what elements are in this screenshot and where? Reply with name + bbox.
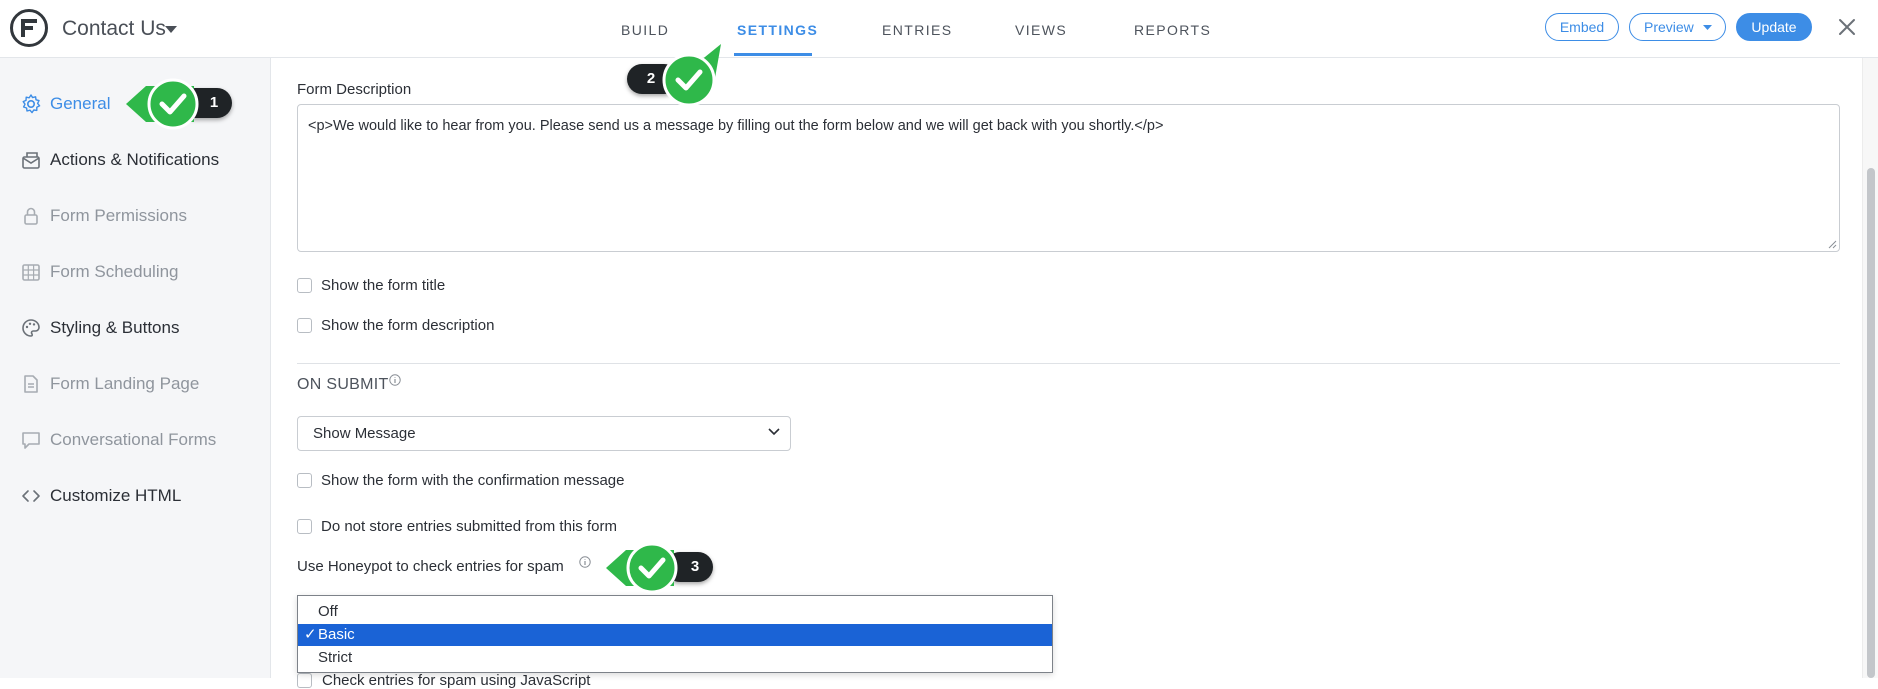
honeypot-label: Use Honeypot to check entries for spam [297, 558, 564, 575]
checkmark-marker-icon [126, 78, 199, 130]
close-icon[interactable] [1838, 18, 1856, 36]
sidebar-item-label: Actions & Notifications [50, 150, 220, 169]
top-bar: Contact Us BUILD SETTINGS ENTRIES VIEWS … [0, 0, 1878, 58]
tab-views[interactable]: VIEWS [1015, 22, 1067, 38]
sidebar-item-label: Customize HTML [50, 486, 182, 505]
sidebar-item-styling-buttons[interactable]: Styling & Buttons [0, 307, 271, 347]
sidebar-item-conversational-forms[interactable]: Conversational Forms [0, 419, 271, 459]
section-divider [297, 363, 1840, 364]
checkmark-icon: ✓ [304, 626, 317, 643]
info-icon[interactable] [389, 374, 401, 386]
step-number: 2 [646, 70, 656, 87]
show-title-label: Show the form title [321, 277, 446, 294]
show-form-with-confirmation-label: Show the form with the confirmation mess… [321, 472, 625, 489]
honeypot-option-strict[interactable]: Strict [298, 647, 1052, 669]
palette-icon [22, 319, 40, 337]
sidebar-item-customize-html[interactable]: Customize HTML [0, 475, 271, 515]
do-not-store-checkbox[interactable] [297, 519, 312, 534]
lock-icon [24, 207, 38, 225]
form-title[interactable]: Contact Us [62, 17, 166, 41]
on-submit-heading: ON SUBMIT [297, 376, 389, 393]
chat-icon [22, 432, 40, 449]
on-submit-select-value: Show Message [313, 425, 416, 442]
active-tab-indicator [734, 53, 812, 56]
sidebar-item-form-permissions[interactable]: Form Permissions [0, 195, 271, 235]
caret-down-icon[interactable] [165, 26, 177, 34]
caret-down-icon [1703, 25, 1712, 30]
sidebar-item-label: Conversational Forms [50, 430, 217, 449]
javascript-spam-label: Check entries for spam using JavaScript [322, 672, 591, 689]
honeypot-option-off[interactable]: Off [298, 601, 1052, 623]
option-label: Basic [318, 626, 355, 643]
sidebar-item-label: Styling & Buttons [50, 318, 180, 337]
checkmark-marker-icon [662, 44, 721, 107]
resize-handle-icon[interactable] [1827, 239, 1837, 249]
tab-entries[interactable]: ENTRIES [882, 22, 952, 38]
checkmark-marker-icon [606, 542, 678, 594]
tab-build[interactable]: BUILD [621, 22, 669, 38]
step-number: 1 [209, 94, 219, 111]
option-label: Off [318, 603, 338, 620]
sidebar-item-label: Form Permissions [50, 206, 187, 225]
notification-icon [22, 152, 40, 169]
do-not-store-label: Do not store entries submitted from this… [321, 518, 617, 535]
honeypot-dropdown-list[interactable]: Off ✓ Basic Strict [297, 595, 1053, 673]
honeypot-option-basic[interactable]: ✓ Basic [298, 624, 1052, 646]
info-icon[interactable] [579, 556, 591, 568]
preview-button[interactable]: Preview [1629, 13, 1726, 41]
calendar-icon [22, 264, 40, 281]
form-description-textarea[interactable]: <p>We would like to hear from you. Pleas… [297, 104, 1840, 252]
option-label: Strict [318, 649, 353, 666]
sidebar-item-label: Form Scheduling [50, 262, 179, 281]
sidebar-item-label: Form Landing Page [50, 374, 200, 393]
tab-reports[interactable]: REPORTS [1134, 22, 1211, 38]
sidebar-item-form-scheduling[interactable]: Form Scheduling [0, 251, 271, 291]
form-description-label: Form Description [297, 81, 412, 98]
show-description-checkbox[interactable] [297, 318, 312, 333]
sidebar-item-actions-notifications[interactable]: Actions & Notifications [0, 139, 271, 179]
embed-button[interactable]: Embed [1545, 13, 1619, 41]
code-icon [22, 490, 40, 502]
update-button[interactable]: Update [1736, 13, 1812, 41]
show-description-label: Show the form description [321, 317, 495, 334]
preview-button-label: Preview [1644, 19, 1694, 35]
sidebar-item-label: General [50, 94, 111, 113]
on-submit-select[interactable]: Show Message [297, 416, 791, 451]
gear-icon [22, 94, 41, 114]
page-scrollbar[interactable] [1862, 58, 1878, 678]
step-number: 3 [690, 558, 700, 575]
form-description-value: <p>We would like to hear from you. Pleas… [308, 118, 1164, 134]
scrollbar-thumb[interactable] [1867, 168, 1875, 678]
settings-sidebar: General Actions & Notifications Form Per… [0, 58, 271, 678]
show-form-with-confirmation-checkbox[interactable] [297, 473, 312, 488]
javascript-spam-checkbox[interactable] [297, 673, 312, 688]
show-title-checkbox[interactable] [297, 278, 312, 293]
sidebar-item-form-landing-page[interactable]: Form Landing Page [0, 363, 271, 403]
tab-settings[interactable]: SETTINGS [737, 22, 818, 38]
chevron-down-icon [768, 428, 780, 436]
document-icon [24, 375, 38, 393]
formidable-logo-icon[interactable] [10, 9, 48, 47]
